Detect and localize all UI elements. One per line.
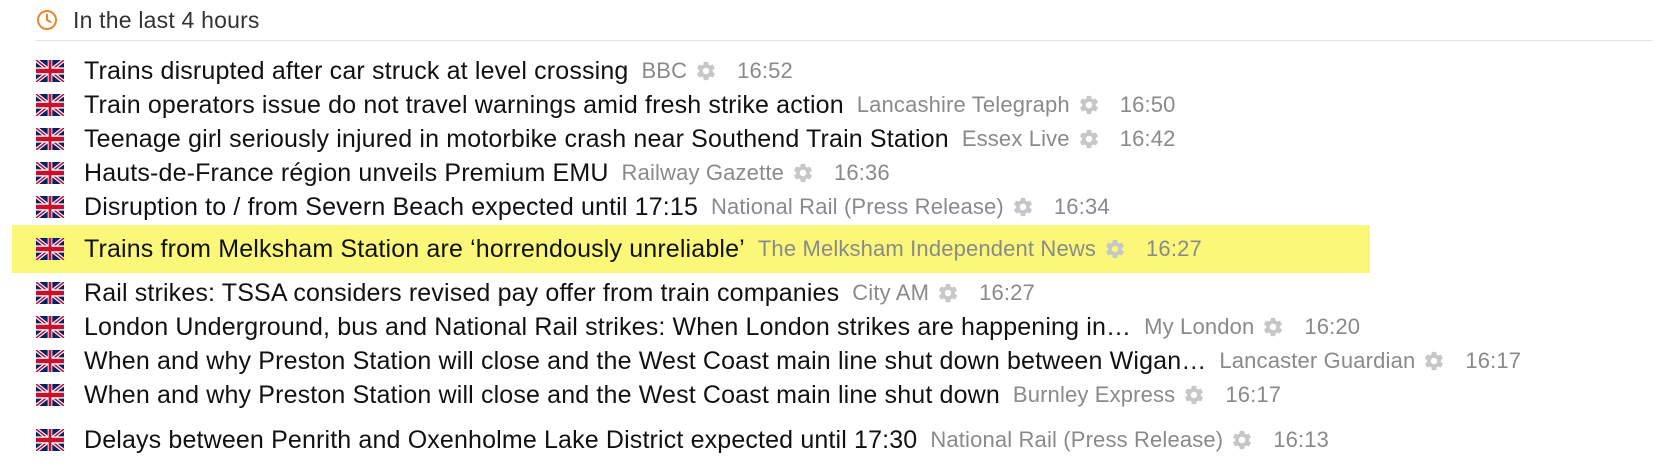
uk-flag-icon xyxy=(36,316,64,338)
clock-icon xyxy=(36,9,58,31)
news-time: 16:17 xyxy=(1465,348,1522,373)
news-source-link[interactable]: My London xyxy=(1144,314,1254,340)
news-title-link[interactable]: Trains from Melksham Station are ‘horren… xyxy=(84,235,745,264)
news-item[interactable]: Train operators issue do not travel warn… xyxy=(12,88,1176,122)
news-title-link[interactable]: Teenage girl seriously injured in motorb… xyxy=(84,125,949,154)
uk-flag-icon xyxy=(36,238,64,260)
uk-flag-icon xyxy=(36,429,64,451)
news-time: 16:36 xyxy=(833,160,890,185)
news-time: 16:17 xyxy=(1225,382,1282,407)
news-time: 16:13 xyxy=(1273,427,1330,452)
news-source-link[interactable]: Lancashire Telegraph xyxy=(857,92,1070,118)
section-header-text: In the last 4 hours xyxy=(73,6,260,33)
gear-icon[interactable] xyxy=(1262,316,1284,338)
news-source-link[interactable]: National Rail (Press Release) xyxy=(711,194,1004,220)
uk-flag-icon xyxy=(36,384,64,406)
news-source-link[interactable]: City AM xyxy=(852,280,929,306)
news-item[interactable]: Trains disrupted after car struck at lev… xyxy=(12,54,793,88)
news-title-link[interactable]: Rail strikes: TSSA considers revised pay… xyxy=(84,279,839,308)
news-title-link[interactable]: When and why Preston Station will close … xyxy=(84,381,1000,410)
gear-icon[interactable] xyxy=(1423,350,1445,372)
news-time: 16:27 xyxy=(979,280,1035,305)
news-title-link[interactable]: Disruption to / from Severn Beach expect… xyxy=(84,193,698,222)
uk-flag-icon xyxy=(36,350,64,372)
uk-flag-icon xyxy=(36,60,64,82)
news-item[interactable]: Delays between Penrith and Oxenholme Lak… xyxy=(12,423,1329,457)
gear-icon[interactable] xyxy=(1078,128,1100,150)
gear-icon[interactable] xyxy=(792,162,814,184)
news-title-link[interactable]: Trains disrupted after car struck at lev… xyxy=(84,57,628,86)
news-item[interactable]: Rail strikes: TSSA considers revised pay… xyxy=(12,276,1035,310)
news-item[interactable]: When and why Preston Station will close … xyxy=(12,344,1521,378)
news-item[interactable]: Hauts-de-France région unveils Premium E… xyxy=(12,156,890,190)
news-item[interactable]: Disruption to / from Severn Beach expect… xyxy=(12,190,1110,224)
news-time: 16:34 xyxy=(1053,194,1110,219)
news-time: 16:52 xyxy=(737,58,793,83)
gear-icon[interactable] xyxy=(1231,429,1253,451)
news-title-link[interactable]: London Underground, bus and National Rai… xyxy=(84,313,1131,342)
news-source-link[interactable]: Lancaster Guardian xyxy=(1219,348,1415,374)
news-title-link[interactable]: Train operators issue do not travel warn… xyxy=(84,91,844,120)
news-title-link[interactable]: When and why Preston Station will close … xyxy=(84,347,1206,376)
gear-icon[interactable] xyxy=(695,60,717,82)
news-item[interactable]: London Underground, bus and National Rai… xyxy=(12,310,1360,344)
news-time: 16:20 xyxy=(1304,314,1361,339)
uk-flag-icon xyxy=(36,196,64,218)
news-source-link[interactable]: Railway Gazette xyxy=(622,160,784,186)
news-title-link[interactable]: Hauts-de-France région unveils Premium E… xyxy=(84,159,609,188)
news-source-link[interactable]: Burnley Express xyxy=(1013,382,1175,408)
news-item[interactable]: Teenage girl seriously injured in motorb… xyxy=(12,122,1176,156)
news-source-link[interactable]: Essex Live xyxy=(962,126,1070,152)
news-item[interactable]: When and why Preston Station will close … xyxy=(12,378,1281,412)
news-source-link[interactable]: National Rail (Press Release) xyxy=(930,427,1223,453)
uk-flag-icon xyxy=(36,128,64,150)
section-header: In the last 4 hours xyxy=(36,0,1652,41)
news-time: 16:50 xyxy=(1119,92,1176,117)
gear-icon[interactable] xyxy=(937,282,959,304)
news-source-link[interactable]: The Melksham Independent News xyxy=(758,236,1096,262)
news-time: 16:42 xyxy=(1119,126,1176,151)
news-item[interactable]: Trains from Melksham Station are ‘horren… xyxy=(12,225,1370,273)
gear-icon[interactable] xyxy=(1012,196,1034,218)
news-time: 16:27 xyxy=(1146,236,1202,261)
gear-icon[interactable] xyxy=(1078,94,1100,116)
uk-flag-icon xyxy=(36,162,64,184)
uk-flag-icon xyxy=(36,94,64,116)
gear-icon[interactable] xyxy=(1104,238,1126,260)
gear-icon[interactable] xyxy=(1183,384,1205,406)
news-source-link[interactable]: BBC xyxy=(641,58,687,84)
news-title-link[interactable]: Delays between Penrith and Oxenholme Lak… xyxy=(84,426,917,455)
uk-flag-icon xyxy=(36,282,64,304)
